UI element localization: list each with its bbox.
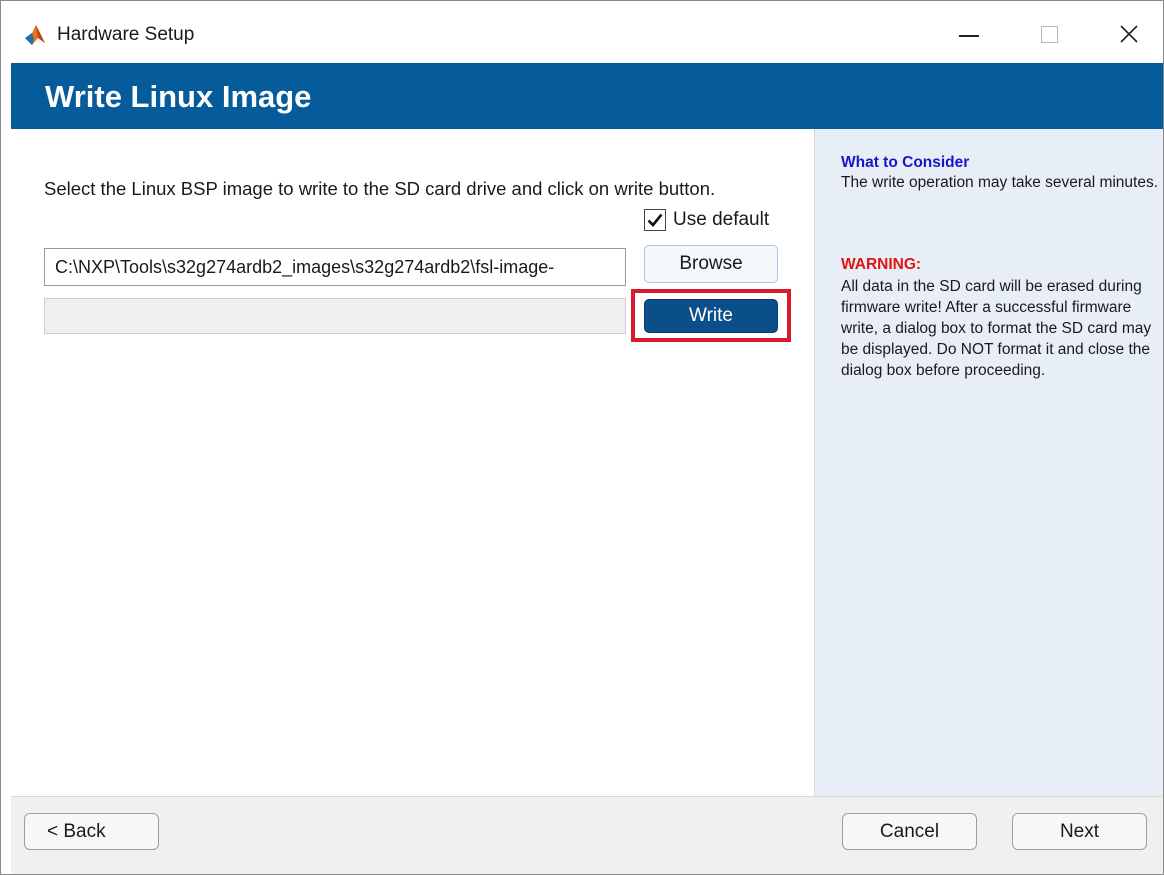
use-default-label[interactable]: Use default <box>673 208 769 232</box>
write-progress-bar <box>44 298 626 334</box>
main-content: Select the Linux BSP image to write to t… <box>11 129 814 796</box>
title-bar[interactable]: Hardware Setup <box>1 1 1163 63</box>
minimize-button[interactable] <box>939 11 999 57</box>
warning-title: WARNING: <box>841 256 922 273</box>
instruction-text: Select the Linux BSP image to write to t… <box>44 178 716 199</box>
hardware-setup-window: Hardware Setup Write Linux Image Select … <box>0 0 1164 875</box>
minimize-icon <box>959 35 979 37</box>
write-button[interactable]: Write <box>644 299 778 333</box>
consider-text: The write operation may take several min… <box>841 174 1159 191</box>
browse-button[interactable]: Browse <box>644 245 778 283</box>
next-button[interactable]: Next <box>1012 813 1147 850</box>
maximize-button[interactable] <box>1019 11 1079 57</box>
page-title: Write Linux Image <box>45 79 312 114</box>
close-icon <box>1120 25 1138 43</box>
use-default-row[interactable]: Use default <box>644 207 769 233</box>
footer-bar: < Back Cancel Next <box>11 796 1163 874</box>
consider-title: What to Consider <box>841 154 970 171</box>
warning-text: All data in the SD card will be erased d… <box>841 278 1152 379</box>
maximize-icon <box>1040 25 1058 43</box>
matlab-icon <box>25 25 45 45</box>
cancel-button[interactable]: Cancel <box>842 813 977 850</box>
page-header: Write Linux Image <box>11 63 1163 129</box>
use-default-checkbox[interactable] <box>644 209 666 231</box>
checkmark-icon <box>647 213 663 227</box>
window-title: Hardware Setup <box>57 24 195 45</box>
help-side-panel: What to Consider The write operation may… <box>814 129 1163 796</box>
back-button[interactable]: < Back <box>24 813 159 850</box>
image-path-field[interactable]: C:\NXP\Tools\s32g274ardb2_images\s32g274… <box>44 248 626 286</box>
close-button[interactable] <box>1099 11 1159 57</box>
